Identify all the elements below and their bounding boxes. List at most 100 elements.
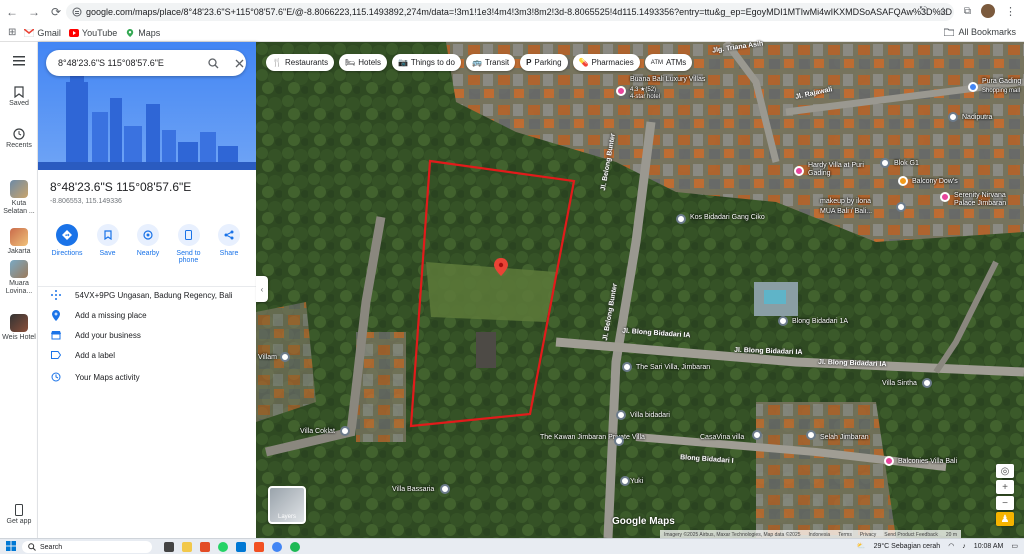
office-icon[interactable] [254,542,264,552]
share-icon[interactable]: ⎋ [919,5,928,18]
hotel-marker[interactable] [940,192,950,202]
place-label[interactable]: Villa Coklat [300,428,335,435]
whatsapp-icon[interactable] [218,542,228,552]
bookmark-youtube[interactable]: YouTube [68,28,117,38]
maps-activity-row[interactable]: Your Maps activity [38,369,256,385]
add-label-row[interactable]: Add a label [38,347,256,363]
chip-restaurants[interactable]: 🍴 Restaurants [266,54,335,71]
place-marker[interactable] [676,214,686,224]
place-label[interactable]: The Sari Villa, Jimbaran [636,364,710,371]
chip-parking[interactable]: P Parking [520,54,568,71]
hotel-marker[interactable] [884,456,894,466]
search-icon[interactable] [208,57,219,69]
recent-place-1[interactable]: Kuta Selatan ... [0,180,38,216]
place-marker[interactable] [948,112,958,122]
chip-atms[interactable]: ATM ATMs [644,54,693,71]
place-label[interactable]: Buana Bali Luxury Villas [630,76,705,83]
place-marker[interactable] [896,202,906,212]
place-label[interactable]: MUA Bali / Bali... [820,208,872,215]
chrome-icon[interactable] [272,542,282,552]
reload-icon[interactable]: ⟳ [46,2,66,22]
wifi-icon[interactable]: ◠ [948,542,954,550]
share-button[interactable]: Share [210,224,248,264]
add-missing-place-row[interactable]: Add a missing place [38,307,256,323]
place-label[interactable]: Selah Jimbaran [820,434,869,441]
send-to-phone-button[interactable]: Send to phone [170,224,208,264]
directions-button[interactable]: Directions [48,224,86,264]
place-label[interactable]: Nadiputra [962,114,992,121]
place-marker[interactable] [440,484,450,494]
place-label[interactable]: Villam [258,354,277,361]
chip-pharmacies[interactable]: 💊 Pharmacies [572,54,640,71]
place-label[interactable]: The Kawan Jimbaran Private Villa [540,434,645,441]
get-app[interactable]: Get app [0,504,38,525]
place-label[interactable]: Pura Gading [982,78,1021,85]
place-marker[interactable] [620,476,630,486]
place-label[interactable]: Serenity Nirvana Palace Jimbaran [954,192,1022,208]
bookmark-star-icon[interactable]: ☆ [938,5,948,18]
forward-icon[interactable]: → [24,2,44,22]
place-marker[interactable] [280,352,290,362]
search-input[interactable] [58,58,188,68]
windows-start-icon[interactable] [6,541,16,553]
scale-label[interactable]: 20 m [946,532,957,538]
collapse-panel-button[interactable]: ‹ [256,276,268,302]
recent-place-2[interactable]: Jakarta [0,228,38,255]
chip-hotels[interactable]: 🛏 Hotels [339,54,387,71]
place-marker[interactable] [880,158,890,168]
add-business-row[interactable]: Add your business [38,327,256,343]
zoom-out-button[interactable]: − [996,496,1014,510]
place-label[interactable]: Villa bidadari [630,412,670,419]
place-label[interactable]: Villa Bassaria [392,486,434,493]
place-label[interactable]: Balconies Villa Bali [898,458,957,465]
chip-transit[interactable]: 🚌 Transit [465,54,516,71]
extensions-icon[interactable]: ⧉ [964,6,971,17]
clock[interactable]: 10:08 AM [974,543,1004,550]
my-location-icon[interactable]: ◎ [996,464,1014,478]
place-label[interactable]: Balcony Dow's [912,178,958,185]
menu-icon[interactable] [0,56,38,68]
rail-recents[interactable]: Recents [0,128,38,149]
layers-button[interactable]: Layers [268,486,306,524]
back-icon[interactable]: ← [2,2,22,22]
address-bar[interactable]: google.com/maps/place/8°48'23.6"S+115°08… [66,3,954,21]
chip-things-to-do[interactable]: 📷 Things to do [391,54,461,71]
recent-place-3[interactable]: Muara Lovina... [0,260,38,296]
place-marker[interactable] [616,410,626,420]
menu-dots-icon[interactable]: ⋮ [1005,5,1016,18]
hotel-marker[interactable] [794,166,804,176]
shopping-marker[interactable] [968,82,978,92]
spotify-icon[interactable] [290,542,300,552]
place-label[interactable]: Kos Bidadari Gang Ciko [690,214,765,221]
weather-text[interactable]: 29°C Sebagian cerah [874,543,941,550]
rail-saved[interactable]: Saved [0,86,38,107]
search-box[interactable] [46,50,246,76]
place-marker[interactable] [752,430,762,440]
pegman-icon[interactable]: ♟ [996,512,1014,526]
place-label[interactable]: Yuki [630,478,643,485]
site-info-icon[interactable] [72,7,82,17]
zoom-in-button[interactable]: + [996,480,1014,494]
place-marker[interactable] [778,316,788,326]
place-marker[interactable] [898,176,908,186]
volume-icon[interactable]: ♪ [962,543,966,550]
place-marker[interactable] [806,430,816,440]
recent-place-4[interactable]: Weis Hotel [0,314,38,342]
notification-icon[interactable]: ▭ [1011,542,1018,550]
place-marker[interactable] [622,362,632,372]
file-explorer-icon[interactable] [182,542,192,552]
apps-grid-icon[interactable]: ⊞ [8,27,16,38]
hotel-marker[interactable] [616,86,626,96]
place-marker[interactable] [922,378,932,388]
app-icon[interactable] [200,542,210,552]
edge-icon[interactable] [236,542,246,552]
place-label[interactable]: CasaVina villa [700,434,744,441]
place-label[interactable]: Hardy Villa at Puri Gading [808,162,888,178]
save-button[interactable]: Save [89,224,127,264]
close-icon[interactable] [235,59,244,68]
place-label[interactable]: Blok G1 [894,160,919,167]
place-label[interactable]: Blong Bidadari 1A [792,318,848,325]
place-label[interactable]: Villa Sintha [882,380,917,387]
nearby-button[interactable]: Nearby [129,224,167,264]
task-view-icon[interactable] [164,542,174,552]
